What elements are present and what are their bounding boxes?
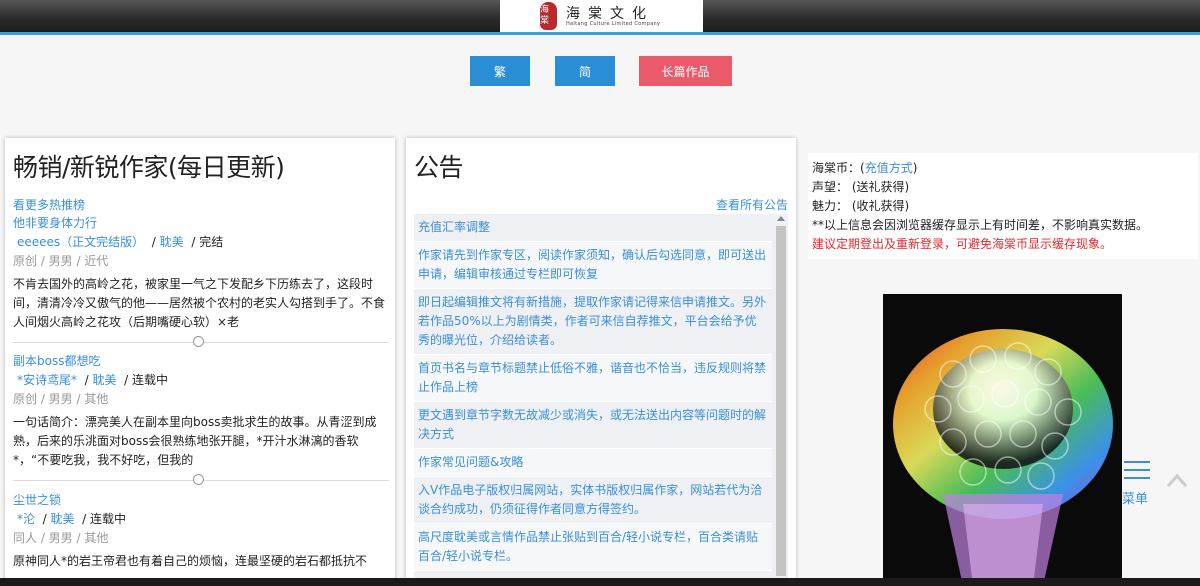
- notice-item[interactable]: 充值汇率调整: [414, 214, 772, 242]
- divider-circle-icon: [193, 474, 204, 485]
- book-item: 副本boss都想吃 *安诗鸢尾* / 耽美 / 连载中 原创 / 男男 / 其他…: [13, 352, 389, 470]
- scroll-up-arrow-icon[interactable]: [777, 216, 785, 221]
- book-category: 原创 / 男男 / 其他: [13, 392, 109, 406]
- notice-scrollbar[interactable]: [774, 214, 788, 586]
- menu-icon[interactable]: [1124, 459, 1152, 481]
- charm-label: 魅力：: [812, 199, 849, 213]
- more-hot-link[interactable]: 看更多热推榜: [13, 196, 85, 213]
- book-status: 连载中: [132, 373, 169, 387]
- site-logo[interactable]: 海棠 海棠文化 Haitang Culture Limited Company: [500, 0, 703, 32]
- notice-item[interactable]: 高尺度耽美或言情作品禁止张贴到百合/轻小说专栏，百合类请贴百合/轻小说专栏。: [414, 524, 772, 571]
- book-genre[interactable]: 耽美: [93, 373, 117, 387]
- book-status: 连载中: [90, 512, 127, 526]
- all-notices-link[interactable]: 查看所有公告: [716, 196, 788, 213]
- bestsellers-title: 畅销/新锐作家(每日更新): [13, 153, 285, 182]
- book-title[interactable]: 尘世之锁: [13, 491, 389, 510]
- logo-seal-text: 海棠: [540, 5, 550, 26]
- book-item: 他非要身体力行 eeeees（正文完结版） / 耽美 / 完结 原创 / 男男 …: [13, 214, 389, 332]
- logo-subtitle: Haitang Culture Limited Company: [566, 21, 661, 27]
- notice-item[interactable]: 更文遇到章节字数无故减少或消失，或无法送出内容等问题时的解决方式: [414, 402, 772, 449]
- book-category: 同人 / 男男 / 其他: [13, 531, 109, 545]
- book-title[interactable]: 副本boss都想吃: [13, 352, 389, 371]
- header-accent-line: [0, 32, 1200, 35]
- notice-item[interactable]: 作家常见问题&攻略: [414, 449, 772, 477]
- book-genre[interactable]: 耽美: [160, 235, 184, 249]
- book-category: 原创 / 男男 / 近代: [13, 254, 109, 268]
- notice-item[interactable]: 首页书名与章节标题禁止低俗不雅，谐音也不恰当，违反规则将禁止作品上榜: [414, 355, 772, 402]
- notice-list[interactable]: 充值汇率调整 作家请先到作家专区，阅读作家须知，确认后勾选同意，即可送出申请，编…: [414, 214, 788, 586]
- divider-circle-icon: [193, 336, 204, 347]
- relogin-warning: 建议定期登出及重新登录，可避免海棠币显示缓存现象。: [812, 237, 1113, 251]
- recharge-link[interactable]: 充值方式: [865, 161, 913, 175]
- traditional-chinese-button[interactable]: 繁: [470, 56, 530, 86]
- notices-panel: 公告 查看所有公告 充值汇率调整 作家请先到作家专区，阅读作家须知，确认后勾选同…: [406, 138, 796, 586]
- book-description: 不肯去国外的高岭之花，被家里一气之下发配乡下历练去了，这段时间，清清冷冷又傲气的…: [13, 277, 386, 329]
- notice-item[interactable]: 入V作品电子版权归属网站，实体书版权归属作家，网站若代为洽谈合约成功，仍须征得作…: [414, 477, 772, 524]
- simplified-chinese-button[interactable]: 简: [555, 56, 615, 86]
- book-genre[interactable]: 耽美: [51, 512, 75, 526]
- taskbar: [0, 578, 1200, 586]
- notices-title: 公告: [414, 153, 464, 182]
- bestsellers-panel: 畅销/新锐作家(每日更新) 看更多热推榜 他非要身体力行 eeeees（正文完结…: [5, 138, 395, 586]
- account-info: 海棠币：(充值方式) 声望： (送礼获得) 魅力： (收礼获得) **以上信息会…: [808, 153, 1198, 259]
- long-works-button[interactable]: 长篇作品: [639, 56, 732, 86]
- book-description: 一句话简介：漂亮美人在副本里向boss卖批求生的故事。从青涩到成熟，后来的乐洮面…: [13, 415, 377, 467]
- charm-value: (收礼获得): [851, 199, 910, 213]
- logo-seal-icon: 海棠: [540, 2, 557, 30]
- book-status: 完结: [199, 235, 224, 249]
- coins-label: 海棠币：: [812, 161, 861, 175]
- fame-label: 声望：: [812, 180, 849, 194]
- logo-title: 海棠文化: [566, 6, 654, 22]
- rainbow-bouquet-image: [883, 294, 1122, 586]
- scroll-thumb[interactable]: [776, 226, 786, 576]
- cache-note: **以上信息会因浏览器缓存显示上有时间差，不影响真实数据。: [812, 218, 1149, 232]
- book-author[interactable]: eeeees（正文完结版）: [17, 235, 144, 249]
- notice-item[interactable]: 作家请先到作家专区，阅读作家须知，确认后勾选同意，即可送出申请，编辑审核通过专栏…: [414, 242, 772, 289]
- book-author[interactable]: *安诗鸢尾*: [17, 373, 77, 387]
- back-to-top-icon[interactable]: [1166, 470, 1188, 492]
- fame-value: (送礼获得): [851, 180, 910, 194]
- menu-label[interactable]: 菜单: [1122, 488, 1148, 507]
- book-item: 尘世之锁 *沦 / 耽美 / 连载中 同人 / 男男 / 其他 原神同人*的岩王…: [13, 491, 389, 571]
- book-title[interactable]: 他非要身体力行: [13, 214, 389, 233]
- book-author[interactable]: *沦: [17, 512, 35, 526]
- book-description: 原神同人*的岩王帝君也有着自己的烦恼，连最坚硬的岩石都抵抗不: [13, 554, 368, 568]
- notice-item[interactable]: 即日起编辑推文将有新措施，提取作家请记得来信申请推文。另外若作品50%以上为剧情…: [414, 289, 772, 355]
